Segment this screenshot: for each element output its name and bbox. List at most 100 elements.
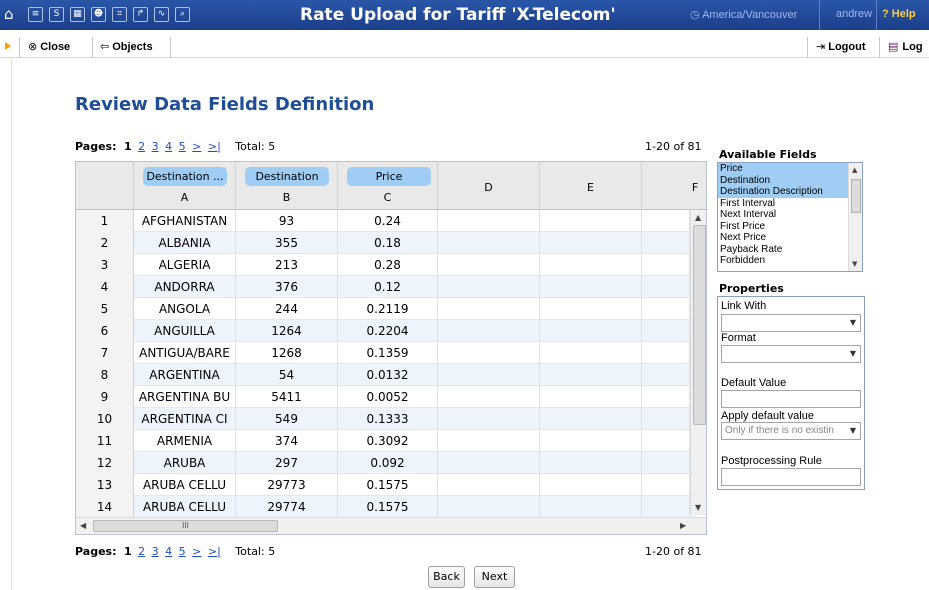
field-list-item[interactable]: Destination: [718, 174, 862, 186]
column-header-f[interactable]: F: [642, 162, 706, 210]
table-cell: 1264: [236, 320, 338, 342]
table-row[interactable]: 5 ANGOLA 244 0.2119: [76, 298, 696, 320]
chart-icon[interactable]: ∿: [154, 7, 169, 22]
group-icon[interactable]: ⌗: [112, 7, 127, 22]
field-list-item[interactable]: First Interval: [718, 198, 862, 210]
table-row[interactable]: 12 ARUBA 297 0.092: [76, 452, 696, 474]
field-list-item[interactable]: Price: [718, 163, 862, 175]
scroll-up-icon[interactable]: ▲: [852, 166, 857, 174]
table-cell: 0.092: [338, 452, 438, 474]
page-link-5[interactable]: 5: [179, 140, 186, 153]
page-link-3[interactable]: 3: [152, 140, 159, 153]
table-row[interactable]: 4 ANDORRA 376 0.12: [76, 276, 696, 298]
field-label[interactable]: Price: [347, 167, 431, 186]
grid-icon[interactable]: ▦: [70, 7, 85, 22]
table-cell: 213: [236, 254, 338, 276]
link-with-select[interactable]: ▼: [721, 314, 861, 332]
table-row[interactable]: 9 ARGENTINA BU 5411 0.0052: [76, 386, 696, 408]
scroll-right-icon[interactable]: ▶: [680, 521, 686, 530]
default-value-input[interactable]: [721, 390, 861, 408]
table-cell: 93: [236, 210, 338, 232]
column-header-c[interactable]: Price C: [338, 162, 438, 210]
last-page-link[interactable]: >|: [208, 140, 221, 153]
vertical-scrollbar[interactable]: ▲ ▼: [690, 210, 706, 515]
divider: [19, 37, 20, 58]
page-link-4[interactable]: 4: [165, 140, 172, 153]
help-link[interactable]: ? Help: [882, 8, 916, 20]
table-row[interactable]: 7 ANTIGUA/BARE 1268 0.1359: [76, 342, 696, 364]
table-cell: [438, 254, 540, 276]
next-page-link[interactable]: >: [192, 140, 201, 153]
scroll-thumb[interactable]: [851, 179, 861, 213]
scroll-down-icon[interactable]: ▼: [695, 503, 701, 512]
user-link[interactable]: andrew: [836, 8, 872, 20]
table-cell: [438, 408, 540, 430]
route-icon[interactable]: ↱: [133, 7, 148, 22]
table-cell: [438, 364, 540, 386]
last-page-link[interactable]: >|: [208, 545, 221, 558]
table-row[interactable]: 1 AFGHANISTAN 93 0.24: [76, 210, 696, 232]
page-link-3[interactable]: 3: [152, 545, 159, 558]
column-header-e[interactable]: E: [540, 162, 642, 210]
close-button[interactable]: ⊗ Close: [22, 37, 70, 58]
column-header-d[interactable]: D: [438, 162, 540, 210]
log-button[interactable]: ▤ Log: [882, 37, 923, 58]
search-icon[interactable]: ⌕: [175, 7, 190, 22]
row-number: 9: [76, 386, 134, 408]
table-row[interactable]: 2 ALBANIA 355 0.18: [76, 232, 696, 254]
page-link-2[interactable]: 2: [138, 140, 145, 153]
field-list-item[interactable]: First Price: [718, 221, 862, 233]
table-cell: [642, 474, 690, 496]
field-list-item[interactable]: Next Interval: [718, 209, 862, 221]
table-cell: 0.1333: [338, 408, 438, 430]
scroll-down-icon[interactable]: ▼: [852, 260, 857, 268]
logout-button[interactable]: ⇥ Logout: [810, 37, 865, 58]
page-link-5[interactable]: 5: [179, 545, 186, 558]
table-cell: 0.18: [338, 232, 438, 254]
column-header-b[interactable]: Destination B: [236, 162, 338, 210]
next-button[interactable]: Next: [474, 566, 515, 588]
format-select[interactable]: ▼: [721, 345, 861, 363]
scroll-thumb[interactable]: III: [93, 520, 278, 532]
objects-button[interactable]: ⇦ Objects: [94, 37, 153, 58]
table-row[interactable]: 13 ARUBA CELLU 29773 0.1575: [76, 474, 696, 496]
available-fields-list[interactable]: Price Destination Destination Description F…: [717, 162, 863, 272]
window-title: Rate Upload for Tariff 'X-Telecom': [300, 5, 616, 25]
properties-panel: Link With ▼ Format ▼ Default Value Apply…: [717, 296, 865, 490]
table-row[interactable]: 10 ARGENTINA CI 549 0.1333: [76, 408, 696, 430]
field-list-item[interactable]: Forbidden: [718, 255, 862, 267]
next-page-link[interactable]: >: [192, 545, 201, 558]
table-row[interactable]: 3 ALGERIA 213 0.28: [76, 254, 696, 276]
back-button[interactable]: Back: [428, 566, 465, 588]
table-cell: 0.28: [338, 254, 438, 276]
field-list-item[interactable]: Next Price: [718, 232, 862, 244]
table-row[interactable]: 6 ANGUILLA 1264 0.2204: [76, 320, 696, 342]
record-range: 1-20 of 81: [645, 140, 702, 153]
table-row[interactable]: 14 ARUBA CELLU 29774 0.1575: [76, 496, 696, 518]
table-row[interactable]: 11 ARMENIA 374 0.3092: [76, 430, 696, 452]
column-header-a[interactable]: Destination ... A: [134, 162, 236, 210]
row-number: 13: [76, 474, 134, 496]
user-icon[interactable]: ☻: [91, 7, 106, 22]
s-icon[interactable]: S: [49, 7, 64, 22]
field-label[interactable]: Destination: [245, 167, 329, 186]
apply-default-select[interactable]: Only if there is no existin ▼: [721, 422, 861, 440]
horizontal-scrollbar[interactable]: ◀ III ▶: [76, 517, 706, 534]
field-label[interactable]: Destination ...: [143, 167, 227, 186]
field-list-item[interactable]: Payback Rate: [718, 244, 862, 256]
table-cell: 0.0052: [338, 386, 438, 408]
scroll-thumb[interactable]: [693, 225, 706, 425]
list-scrollbar[interactable]: ▲ ▼: [848, 163, 862, 271]
timezone-link[interactable]: ◷ America/Vancouver: [690, 8, 797, 21]
scroll-up-icon[interactable]: ▲: [695, 213, 701, 222]
list-icon[interactable]: ≡: [28, 7, 43, 22]
table-row[interactable]: 8 ARGENTINA 54 0.0132: [76, 364, 696, 386]
page-link-4[interactable]: 4: [165, 545, 172, 558]
scroll-left-icon[interactable]: ◀: [80, 521, 86, 530]
table-cell: 0.1359: [338, 342, 438, 364]
table-cell: [438, 496, 540, 518]
home-icon[interactable]: ⌂: [4, 5, 14, 23]
field-list-item[interactable]: Destination Description: [718, 186, 862, 198]
page-link-2[interactable]: 2: [138, 545, 145, 558]
postprocessing-input[interactable]: [721, 468, 861, 486]
